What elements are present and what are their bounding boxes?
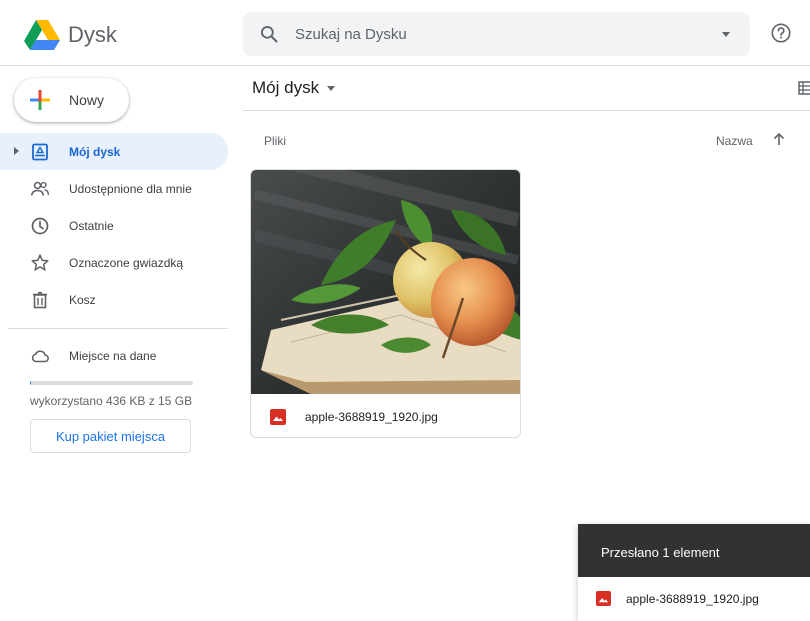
sidebar-item-label: Oznaczone gwiazdką [69, 256, 184, 270]
upload-status-title: Przesłano 1 element [601, 545, 720, 560]
sidebar-item-trash[interactable]: Kosz [0, 281, 228, 318]
app-title[interactable]: Dysk [68, 22, 117, 48]
search-icon[interactable] [259, 24, 279, 44]
main-divider [243, 110, 810, 111]
search-bar[interactable] [243, 12, 750, 56]
location-dropdown[interactable]: Mój dysk [252, 78, 336, 100]
new-button-label: Nowy [69, 92, 105, 108]
arrow-up-icon[interactable] [772, 131, 786, 147]
file-card[interactable]: apple-3688919_1920.jpg [250, 169, 521, 438]
uploaded-file-name[interactable]: apple-3688919_1920.jpg [626, 592, 759, 606]
search-input[interactable] [295, 23, 695, 45]
header: Dysk [0, 0, 810, 66]
my-drive-icon [32, 143, 48, 161]
buy-storage-button[interactable]: Kup pakiet miejsca [30, 419, 191, 453]
sidebar-item-label: Ostatnie [69, 219, 114, 233]
storage-usage-text: wykorzystano 436 KB z 15 GB [30, 394, 193, 408]
storage-usage-bar [30, 381, 193, 385]
sidebar-item-my-drive[interactable]: Mój dysk [0, 133, 228, 170]
storage-usage-fill [30, 381, 31, 385]
file-thumbnail-apple-image [251, 170, 520, 394]
sidebar-item-shared[interactable]: Udostępnione dla mnie [0, 170, 228, 207]
sidebar-divider [8, 328, 228, 329]
help-icon[interactable] [770, 22, 792, 44]
sidebar-item-label: Mój dysk [69, 145, 121, 159]
upload-status-panel: Przesłano 1 element apple-3688919_1920.j… [578, 524, 810, 621]
clock-icon [31, 217, 49, 235]
image-file-icon [596, 591, 611, 606]
sidebar-nav: Mój dysk Udostępnione dla mnie Ostatnie … [0, 133, 228, 318]
drive-logo-icon[interactable] [24, 20, 60, 50]
list-view-icon[interactable] [798, 80, 810, 96]
shared-people-icon [31, 181, 50, 196]
search-options-icon[interactable] [718, 26, 734, 42]
upload-status-header[interactable]: Przesłano 1 element [578, 524, 810, 577]
trash-icon [33, 291, 47, 309]
sidebar-item-label: Kosz [69, 293, 96, 307]
page-title: Mój dysk [252, 78, 320, 97]
files-section-label: Pliki [264, 134, 287, 148]
cloud-icon [31, 350, 49, 363]
plus-icon [30, 90, 50, 110]
new-button[interactable]: Nowy [14, 78, 129, 122]
sort-by-name-button[interactable]: Nazwa [716, 134, 753, 148]
sidebar-item-starred[interactable]: Oznaczone gwiazdką [0, 244, 228, 281]
sidebar-item-label: Udostępnione dla mnie [69, 182, 192, 196]
star-icon [31, 254, 49, 271]
expand-caret-icon[interactable] [14, 147, 19, 155]
sidebar-item-recent[interactable]: Ostatnie [0, 207, 228, 244]
image-file-icon [270, 409, 286, 425]
sidebar-item-storage[interactable]: Miejsce na dane [0, 337, 228, 374]
storage-label: Miejsce na dane [69, 349, 157, 363]
chevron-down-icon [327, 86, 336, 92]
file-name: apple-3688919_1920.jpg [305, 410, 438, 424]
